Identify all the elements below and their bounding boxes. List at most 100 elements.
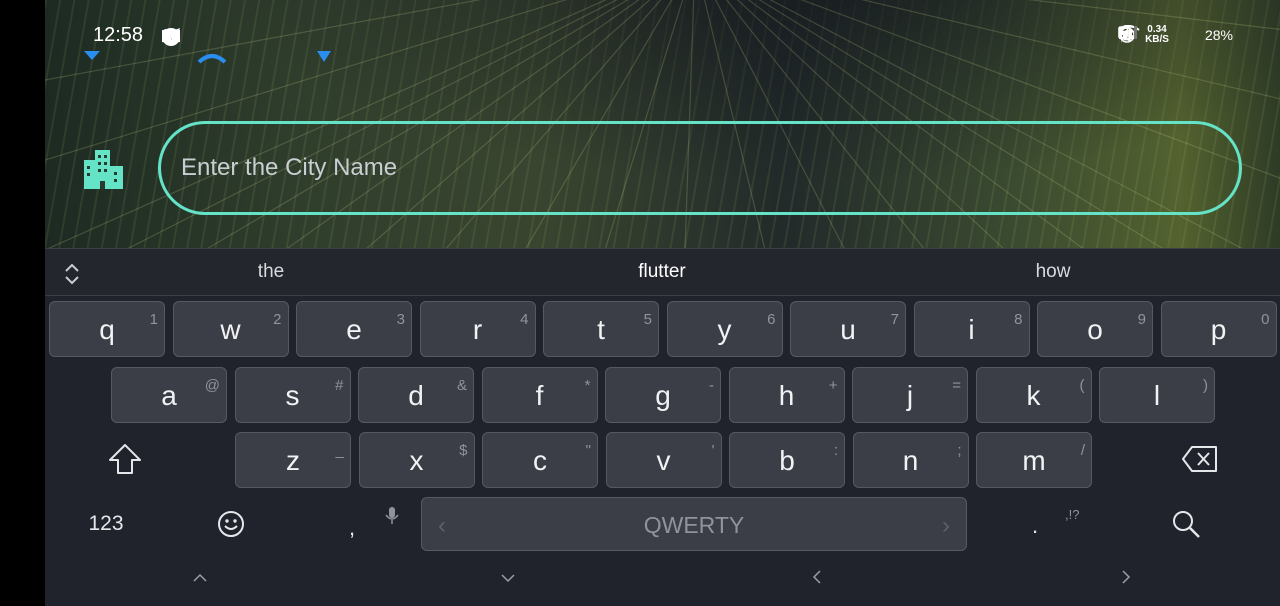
key-letter: h: [778, 380, 795, 411]
key-hint: #: [335, 377, 344, 394]
key-letter: c: [533, 445, 547, 476]
key-hint: *: [584, 377, 591, 394]
key-hint: -: [709, 377, 714, 394]
key-hint: ): [1203, 377, 1208, 394]
key-u[interactable]: u7: [790, 301, 906, 357]
key-y[interactable]: y6: [666, 301, 783, 357]
key-h[interactable]: h +: [728, 367, 845, 423]
key-g[interactable]: g-: [605, 367, 721, 423]
key-p[interactable]: p0: [1160, 301, 1277, 357]
wallpaper-background: 12:58 0.34 KB/S 28% Enter the City Name: [45, 0, 1280, 248]
key-letter: g: [655, 380, 671, 411]
nav-right-arrow-icon[interactable]: [1121, 570, 1131, 589]
key-letter: k: [1026, 380, 1041, 411]
key-letter: u: [840, 314, 856, 345]
network-speed: 0.34 KB/S: [1145, 24, 1169, 45]
key-e[interactable]: e3: [296, 301, 412, 357]
key-hint: 9: [1137, 311, 1146, 328]
key-z[interactable]: z _: [235, 432, 351, 488]
key-letter: p: [1210, 314, 1227, 345]
search-icon: [1173, 511, 1200, 538]
key-hint: =: [952, 377, 961, 394]
key-hint: ': [711, 442, 715, 459]
suggestion-item[interactable]: flutter: [638, 261, 686, 283]
nav-down-arrow-icon[interactable]: [501, 570, 515, 588]
key-d[interactable]: d &: [358, 367, 474, 423]
key-n[interactable]: n;: [852, 432, 969, 488]
key-x[interactable]: x $: [358, 432, 475, 488]
key-m[interactable]: m /: [976, 432, 1092, 488]
key-w[interactable]: w2: [172, 301, 289, 357]
numbers-key[interactable]: 123: [77, 498, 135, 550]
key-hint: 0: [1261, 311, 1270, 328]
key-letter: y: [717, 314, 732, 345]
telegram-send-icon: [162, 27, 265, 45]
key-letter: n: [902, 445, 919, 476]
key-hint: @: [204, 377, 220, 394]
key-c[interactable]: c ": [482, 432, 598, 488]
key-r[interactable]: r4: [419, 301, 536, 357]
on-screen-keyboard: the flutter how q1w2e3r4t5y6u7i8o9p0 a @ s…: [45, 248, 1280, 606]
key-s[interactable]: s #: [234, 367, 351, 423]
key-letter: t: [597, 314, 605, 345]
shift-key[interactable]: [105, 432, 145, 486]
key-letter: r: [472, 314, 483, 345]
nav-up-arrow-icon[interactable]: [193, 570, 207, 588]
key-v[interactable]: v ': [605, 432, 722, 488]
key-letter: f: [535, 380, 544, 411]
key-t[interactable]: t5: [543, 301, 659, 357]
key-hint: 6: [767, 311, 776, 328]
key-k[interactable]: k(: [975, 367, 1092, 423]
suggestion-item[interactable]: how: [1036, 261, 1071, 283]
comma-key[interactable]: ,: [337, 508, 367, 548]
key-hint: :: [833, 442, 838, 459]
nav-left-arrow-icon[interactable]: [812, 570, 822, 589]
space-bar-label: QWERTY: [643, 512, 745, 538]
status-time: 12:58: [93, 24, 144, 46]
battery-level: 28%: [1204, 27, 1233, 43]
key-hint: /: [1080, 442, 1085, 459]
key-a[interactable]: a @: [111, 367, 227, 423]
telegram-icon: [162, 27, 209, 46]
status-bar: 12:58 0.34 KB/S 28%: [45, 0, 1280, 56]
key-i[interactable]: i8: [913, 301, 1030, 357]
suggestion-item[interactable]: the: [258, 261, 284, 283]
book-icon: [162, 27, 237, 45]
key-f[interactable]: f *: [481, 367, 598, 423]
notification-icons: [161, 27, 293, 46]
key-letter: e: [346, 314, 362, 345]
city-name-field[interactable]: [158, 121, 1242, 215]
emoji-key[interactable]: [211, 498, 251, 550]
key-hint: +: [828, 377, 838, 394]
key-hint: 5: [643, 311, 652, 328]
search-key[interactable]: [1169, 506, 1203, 542]
key-letter: s: [285, 380, 300, 411]
more-notifications-dot-icon: [163, 27, 293, 45]
key-letter: w: [220, 314, 241, 345]
punctuation-hint: ,!?: [1065, 507, 1080, 522]
key-hint: 4: [520, 311, 529, 328]
key-letter: i: [968, 314, 975, 345]
suggestion-bar: the flutter how: [45, 248, 1280, 296]
key-letter: b: [779, 445, 795, 476]
key-o[interactable]: o9: [1037, 301, 1153, 357]
expand-toolbar-icon[interactable]: [63, 262, 81, 291]
key-hint: 3: [396, 311, 405, 328]
status-right-icons: 0.34 KB/S 28%: [1118, 25, 1242, 45]
key-letter: v: [656, 445, 671, 476]
shift-icon: [109, 444, 141, 474]
space-bar[interactable]: ‹ QWERTY ›: [421, 497, 967, 551]
key-b[interactable]: b:: [729, 432, 845, 488]
city-name-input[interactable]: [179, 153, 1239, 183]
key-j[interactable]: j =: [852, 367, 968, 423]
period-key[interactable]: .: [1020, 506, 1050, 546]
backspace-key[interactable]: [1177, 432, 1223, 486]
key-l[interactable]: l): [1099, 367, 1215, 423]
key-letter: o: [1087, 314, 1103, 345]
key-q[interactable]: q1: [49, 301, 165, 357]
key-letter: l: [1153, 380, 1161, 411]
key-letter: m: [1022, 445, 1046, 476]
key-hint: _: [335, 442, 344, 459]
key-letter: q: [99, 314, 115, 345]
key-hint: 8: [1014, 311, 1023, 328]
